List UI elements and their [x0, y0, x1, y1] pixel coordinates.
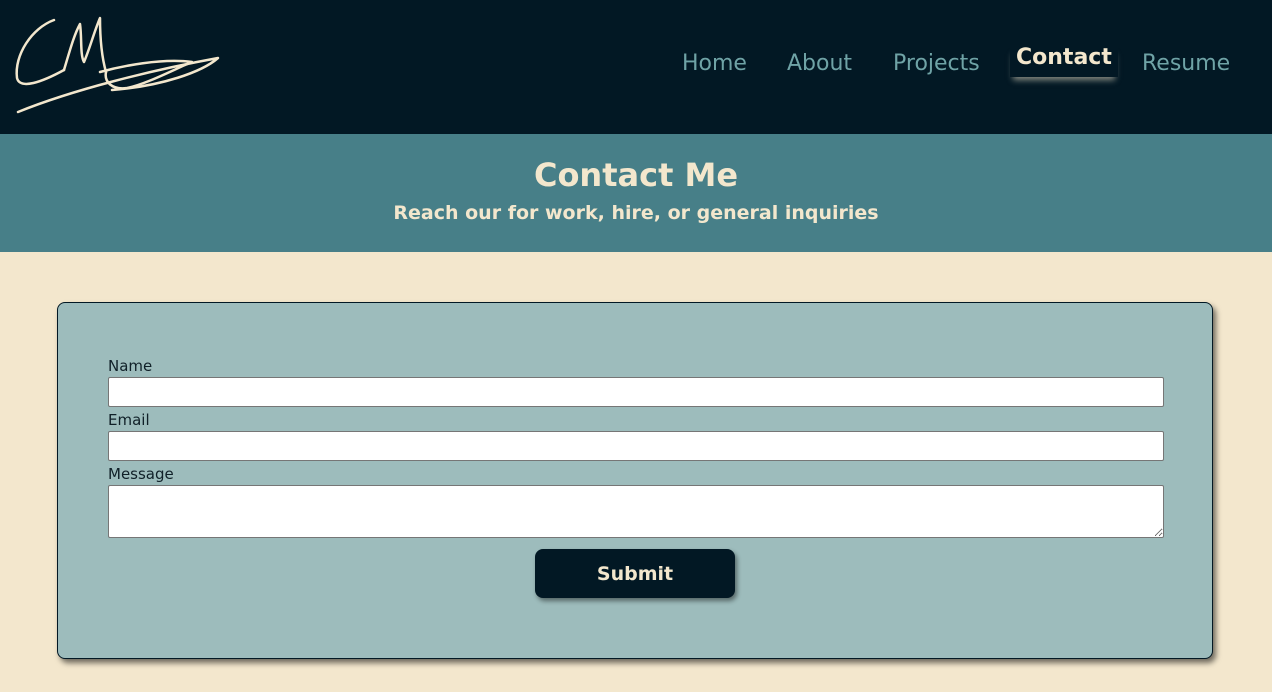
- name-field[interactable]: [108, 377, 1164, 407]
- email-label: Email: [108, 411, 150, 429]
- page-title: Contact Me: [533, 156, 739, 194]
- nav-link-about[interactable]: About: [787, 53, 852, 75]
- signature-logo-icon[interactable]: [12, 10, 224, 118]
- submit-button[interactable]: Submit: [535, 549, 735, 598]
- message-label: Message: [108, 465, 174, 483]
- hero-banner: Contact Me Reach our for work, hire, or …: [0, 134, 1272, 252]
- page-subtitle: Reach our for work, hire, or general inq…: [393, 202, 879, 224]
- nav-link-projects[interactable]: Projects: [893, 53, 980, 75]
- nav-link-resume[interactable]: Resume: [1142, 53, 1230, 75]
- message-field[interactable]: [108, 485, 1164, 538]
- nav-link-contact[interactable]: Contact: [1010, 45, 1118, 77]
- contact-form: Name Email Message Submit: [57, 302, 1213, 659]
- navbar: Home About Projects Contact Resume: [0, 0, 1272, 134]
- email-field[interactable]: [108, 431, 1164, 461]
- name-label: Name: [108, 357, 153, 375]
- nav-link-home[interactable]: Home: [682, 53, 747, 75]
